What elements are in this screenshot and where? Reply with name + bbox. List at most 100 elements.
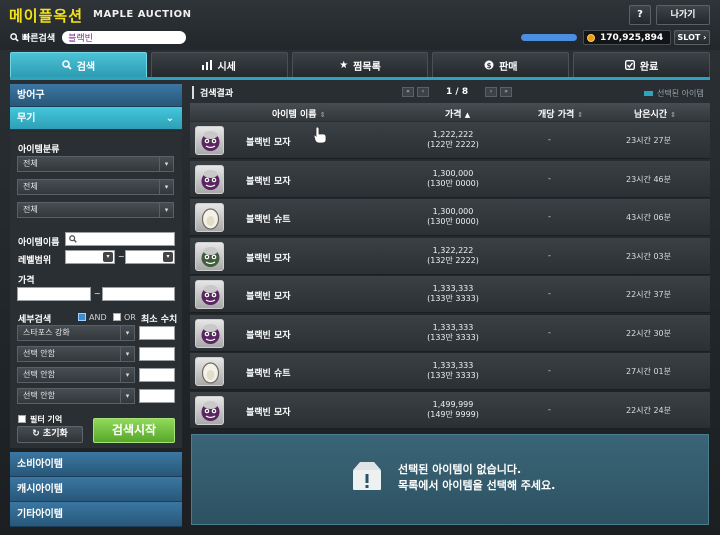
reset-button[interactable]: ↻ 초기화 [17,426,83,443]
item-unit-price: - [548,327,551,337]
category-weapon[interactable]: 무기 ⌄ [10,107,182,130]
item-thumbnail [195,318,224,348]
quick-search-input[interactable] [62,31,187,44]
item-unit-price: - [548,135,551,144]
item-price: 1,333,333 (133만 3333) [408,284,498,304]
prev-page-button[interactable]: ‹ [417,87,429,97]
start-search-button[interactable]: 검색시작 [93,418,175,443]
legend-swatch [644,91,653,96]
category-armor[interactable]: 방어구 [10,84,182,107]
category-select-1[interactable]: 전체 ▾ [17,156,174,172]
column-time-left[interactable]: 남은시간 ⇕ [634,107,676,120]
category-etc[interactable]: 기타아이템 [10,502,182,527]
item-price-value: 1,222,222 [432,130,474,139]
select-value: 전체 [23,205,38,214]
item-price-korean: (132만 2222) [427,255,479,265]
or-checkbox[interactable] [113,313,121,321]
tab-wishlist[interactable]: ★ 찜목록 [291,52,429,77]
item-price: 1,300,000 (130만 0000) [408,169,498,189]
item-time-left: 27시간 01분 [626,367,671,376]
bottom-categories: 소비아이템 캐시아이템 기타아이템 [10,452,182,527]
chevron-down-icon: ⌄ [165,113,174,124]
results-title: 검색결과 [192,86,233,99]
price-max-input[interactable] [102,287,175,301]
tab-sell[interactable]: $ 판매 [432,52,570,77]
detail-option-select-2[interactable]: 선택 안함 ▾ [17,346,135,362]
quick-search-label: 빠른검색 [22,34,56,44]
table-row[interactable]: 블랙빈 슈트 1,300,000 (130만 0000) - 43시간 06분 [190,199,710,236]
detail-min-input-3[interactable] [139,368,175,382]
category-select-2[interactable]: 전체 ▾ [17,179,174,195]
item-price-value: 1,333,333 [432,284,474,293]
next-page-button[interactable]: › [485,87,498,97]
legend-label: 선택된 아이템 [657,89,704,98]
first-page-button[interactable]: « [402,87,414,97]
category-consumable[interactable]: 소비아이템 [10,452,182,477]
chevron-down-icon: ▾ [120,326,134,340]
category-cash[interactable]: 캐시아이템 [10,477,182,502]
item-price-value: 1,499,999 [432,399,474,409]
select-value: 선택 안함 [23,370,55,379]
item-name: 블랙빈 모자 [246,176,291,187]
results-list: 블랙빈 모자 1,222,222 (122만 2222) - 23시간 27분블랙빈 모… [190,122,710,430]
table-row[interactable]: 블랙빈 모자 1,322,222 (132만 2222) - 23시간 03분 [190,237,710,275]
select-value: 선택 안함 [23,391,55,400]
help-button[interactable]: ? [629,5,651,25]
chevron-down-icon: ▾ [159,203,173,217]
or-label: OR [124,313,136,322]
level-min-select[interactable]: ▾ [65,250,115,264]
logo-subtitle: MAPLE AUCTION [93,9,192,20]
level-max-select[interactable]: ▾ [125,250,175,264]
category-weapon-label: 무기 [17,113,36,124]
item-price: 1,300,000 (130만 0000) [408,207,498,227]
coin-icon: $ [484,60,494,70]
detail-min-input-4[interactable] [139,389,175,403]
chevron-down-icon: ▾ [103,252,113,262]
pagination: « ‹ 1 / 8 › » [402,87,513,97]
item-price-korean: (122만 2222) [427,140,479,149]
table-row[interactable]: 블랙빈 모자 1,300,000 (130만 0000) - 23시간 46분 [190,160,710,198]
table-row[interactable]: 블랙빈 모자 1,333,333 (133만 3333) - 22시간 37분 [190,276,710,313]
detail-option-select-3[interactable]: 선택 안함 ▾ [17,367,135,383]
sort-icon: ⇕ [577,111,584,119]
table-row[interactable]: 블랙빈 슈트 1,333,333 (133만 3333) - 27시간 01분 [190,353,710,390]
filter-panel: 아이템분류 전체 ▾ 전체 ▾ 전체 ▾ 아이템이름 레벨범위 ▾ ~ ▾ 가격 ~ … [10,132,182,448]
item-unit-price: - [548,173,551,183]
exit-button[interactable]: 나가기 [656,5,710,25]
table-row[interactable]: 블랙빈 모자 1,499,999 (149만 9999) - 22시간 24분 [190,391,710,429]
item-price-value: 1,333,333 [432,361,474,370]
level-range-dash: ~ [118,252,125,261]
tab-market-price[interactable]: 시세 [150,52,288,77]
chevron-down-icon: ▾ [120,368,134,382]
last-page-button[interactable]: » [500,87,513,97]
item-name-label: 아이템이름 [18,238,60,248]
and-checkbox[interactable] [78,313,86,321]
item-name-input[interactable] [65,232,175,246]
item-time-left: 43시간 06분 [626,213,671,222]
tab-search[interactable]: 검색 [10,52,147,77]
select-value: 스타포스 강화 [23,328,70,337]
category-select-3[interactable]: 전체 ▾ [17,202,174,218]
price-min-input[interactable] [17,287,91,301]
detail-option-select-1[interactable]: 스타포스 강화 ▾ [17,325,135,341]
detail-min-input-1[interactable] [139,326,175,340]
table-row[interactable]: 블랙빈 모자 1,333,333 (133만 3333) - 22시간 30분 [190,314,710,352]
item-unit-price: - [548,404,551,414]
column-unit-price[interactable]: 개당 가격 ⇕ [538,107,583,120]
svg-text:$: $ [487,62,492,70]
column-price[interactable]: 가격 ▲ [445,107,470,120]
detail-option-select-4[interactable]: 선택 안함 ▾ [17,388,135,404]
detail-min-input-2[interactable] [139,347,175,361]
item-price-value: 1,322,222 [432,245,474,255]
tab-complete[interactable]: 완료 [573,52,710,77]
item-thumbnail [195,280,224,309]
chevron-down-icon: ▾ [159,157,173,171]
remember-filter-checkbox[interactable] [18,415,26,423]
sort-icon: ⇕ [670,111,677,119]
item-time-left: 23시간 03분 [626,251,671,261]
item-time-left: 23시간 27분 [626,136,671,145]
header: 메이플옥션 MAPLE AUCTION 빠른검색 ? 나가기 170,925,8… [0,0,720,50]
column-name[interactable]: 아이템 이름 ⇕ [272,107,326,120]
slot-button[interactable]: SLOT › [674,30,710,45]
table-row[interactable]: 블랙빈 모자 1,222,222 (122만 2222) - 23시간 27분 [190,122,710,159]
